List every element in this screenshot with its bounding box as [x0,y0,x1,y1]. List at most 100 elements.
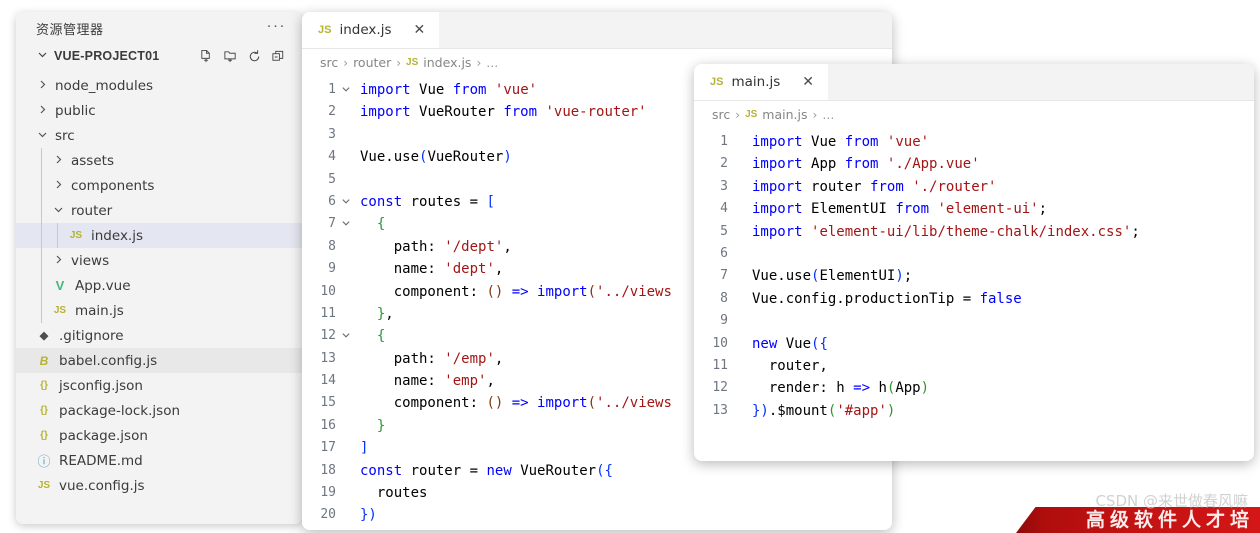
chevron-right-icon[interactable] [34,79,50,93]
line-number: 6 [328,193,336,209]
project-root-row[interactable]: VUE-PROJECT01 [16,44,302,68]
tree-item-index-js[interactable]: JS index.js [16,223,302,248]
code-line[interactable]: 10 new Vue({ [694,333,1254,355]
close-icon[interactable]: ✕ [788,75,814,89]
chevron-right-icon[interactable] [50,254,66,268]
code-line[interactable]: 18 const router = new VueRouter({ [302,460,892,482]
code-text: import ElementUI from 'element-ui'; [752,201,1048,218]
code-line[interactable]: 8 Vue.config.productionTip = false [694,288,1254,310]
code-line[interactable]: 5 import 'element-ui/lib/theme-chalk/inde… [694,221,1254,243]
tree-item-app-vue[interactable]: V App.vue [16,273,302,298]
tree-item-public[interactable]: public [16,98,302,123]
tree-item-package-json[interactable]: {} package.json [16,423,302,448]
code-line[interactable]: 21 export default router [302,527,892,531]
code-line[interactable]: 7 Vue.use(ElementUI); [694,265,1254,287]
refresh-icon[interactable] [247,49,262,64]
close-icon[interactable]: ✕ [399,23,425,37]
code-line[interactable]: 13}).$mount('#app') [694,400,1254,422]
tree-item-components[interactable]: components [16,173,302,198]
fold-chevron-icon[interactable] [338,213,354,235]
breadcrumb-segment[interactable]: index.js [423,55,471,70]
tree-item-label: babel.config.js [59,352,158,369]
code-text: const router = new VueRouter({ [360,462,613,479]
indent-guide [41,273,42,298]
chevron-down-icon[interactable] [50,204,66,218]
line-number: 16 [320,417,336,433]
code-line[interactable]: 3 import router from './router' [694,176,1254,198]
code-line[interactable]: 11 router, [694,355,1254,377]
line-number: 6 [720,245,728,261]
tree-item-babel-config-js[interactable]: Bbabel.config.js [16,348,302,373]
tree-item-src[interactable]: src [16,123,302,148]
tree-item--gitignore[interactable]: ◆ .gitignore [16,323,302,348]
code-line[interactable]: 2 import App from './App.vue' [694,153,1254,175]
tabbar-index-js: JS index.js ✕ [302,12,892,49]
tab-index-js[interactable]: JS index.js ✕ [302,12,440,48]
new-file-icon[interactable] [199,49,214,64]
file-type-icon: {} [40,380,48,391]
breadcrumb-segment[interactable]: … [822,108,834,122]
tree-item-assets[interactable]: assets [16,148,302,173]
js-file-icon: JS [745,109,758,120]
indent-guide [57,223,58,248]
tree-item-package-lock-json[interactable]: {} package-lock.json [16,398,302,423]
line-number: 2 [720,156,728,172]
tree-item-readme-md[interactable]: ⓘ README.md [16,448,302,473]
line-number: 2 [328,104,336,120]
line-number: 8 [720,290,728,306]
code-text: router, [752,357,828,374]
line-number: 11 [320,305,336,321]
breadcrumb-segment[interactable]: router [353,55,391,70]
line-number: 14 [320,373,336,389]
code-text: new Vue({ [752,335,828,352]
tree-item-views[interactable]: views [16,248,302,273]
code-text: import Vue from 'vue' [360,82,538,98]
fold-chevron-icon[interactable] [338,79,354,101]
code-line[interactable]: 1 import Vue from 'vue' [694,131,1254,153]
fold-chevron-icon[interactable] [338,191,354,213]
tab-main-js[interactable]: JS main.js ✕ [694,64,829,100]
editor-window-main-js: JS main.js ✕ src › JS main.js › … 1 import Vue… [694,64,1254,461]
code-line[interactable]: 20}) [302,504,892,526]
tree-item-main-js[interactable]: JS main.js [16,298,302,323]
code-line[interactable]: 6 [694,243,1254,265]
code-line[interactable]: 4 import ElementUI from 'element-ui'; [694,198,1254,220]
line-number: 7 [328,216,336,232]
more-actions-icon[interactable]: ··· [267,18,287,35]
code-text: Vue.use(ElementUI); [752,268,913,285]
js-file-icon: JS [406,57,419,68]
code-text: name: 'emp', [360,373,495,390]
indent-guide [41,248,42,273]
line-number: 1 [328,82,336,97]
tree-item-router[interactable]: router [16,198,302,223]
code-line[interactable]: 9 [694,310,1254,332]
tabbar-main-js: JS main.js ✕ [694,64,1254,101]
code-text: }) [360,507,377,524]
code-text: render: h => h(App) [752,380,930,397]
js-file-icon: JS [710,76,724,88]
breadcrumb-segment[interactable]: src [712,107,730,122]
tree-item-node-modules[interactable]: node_modules [16,73,302,98]
chevron-down-icon[interactable] [34,49,50,63]
code-text: }, [376,305,394,322]
chevron-right-icon[interactable] [50,154,66,168]
breadcrumb-segment[interactable]: main.js [762,107,807,122]
chevron-right-icon[interactable] [50,179,66,193]
code-area-main-js[interactable]: 1 import Vue from 'vue' 2 import App from '… [694,128,1254,423]
breadcrumb-main-js[interactable]: src › JS main.js ›… [694,101,1254,128]
tree-item-label: router [71,202,113,219]
line-number: 12 [712,380,728,396]
tree-item-vue-config-js[interactable]: JS vue.config.js [16,473,302,498]
code-text: export default router [354,527,537,531]
fold-chevron-icon[interactable] [338,325,354,347]
collapse-all-icon[interactable] [271,49,286,64]
chevron-right-icon[interactable] [34,104,50,118]
chevron-down-icon[interactable] [34,129,50,143]
breadcrumb-segment[interactable]: … [486,56,498,70]
line-number: 4 [328,149,336,165]
new-folder-icon[interactable] [223,49,238,64]
tree-item-jsconfig-json[interactable]: {} jsconfig.json [16,373,302,398]
breadcrumb-segment[interactable]: src [320,55,338,70]
code-line[interactable]: 19 routes [302,482,892,504]
code-line[interactable]: 12 render: h => h(App) [694,377,1254,399]
